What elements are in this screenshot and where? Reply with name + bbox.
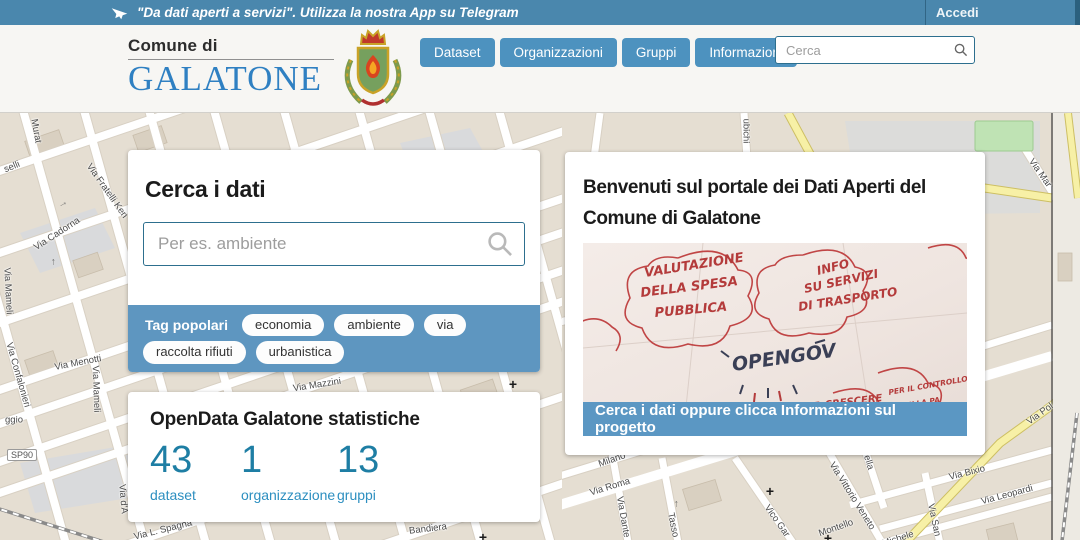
welcome-caption: Cerca i dati oppure clicca Informazioni … [583, 402, 967, 436]
header-search [775, 36, 975, 64]
oneway-arrow-icon: → [670, 499, 681, 509]
nav-dataset-button[interactable]: Dataset [420, 38, 495, 67]
street-label: Via Mameli [1, 267, 15, 315]
search-icon[interactable] [487, 231, 513, 257]
tag-ambiente[interactable]: ambiente [334, 314, 414, 337]
stats-card: OpenData Galatone statistiche 43 dataset… [128, 392, 540, 522]
announcement-bar: "Da dati aperti a servizi". Utilizza la … [0, 0, 1080, 25]
map-background: Murat selli Via Fratelli Ken Via Cadorna Via… [0, 113, 1080, 540]
street-label: ggio [5, 414, 23, 426]
stats-row: 43 dataset 1 organizzazione 13 gruppi [150, 439, 518, 503]
stat-gruppi-value: 13 [337, 439, 380, 481]
stat-organizzazione-label: organizzazione [241, 486, 336, 503]
church-marker-icon: + [508, 376, 518, 392]
tag-urbanistica[interactable]: urbanistica [255, 341, 345, 364]
announcement-text: "Da dati aperti a servizi". Utilizza la … [137, 5, 519, 20]
stat-organizzazione[interactable]: 1 organizzazione [241, 439, 337, 503]
search-card: Cerca i dati Tag popolari economia ambie… [128, 150, 540, 372]
church-marker-icon: + [765, 483, 775, 499]
welcome-title-line1: Benvenuti sul portale dei Dati Aperti de… [583, 177, 926, 198]
dataset-search [143, 222, 525, 266]
church-marker-icon: + [823, 530, 833, 540]
popular-tags-band: Tag popolari economia ambiente via racco… [128, 305, 540, 372]
login-link[interactable]: Accedi [936, 0, 979, 25]
stats-card-title: OpenData Galatone statistiche [150, 409, 420, 430]
topbar-corner-strip [1075, 0, 1080, 25]
stat-dataset[interactable]: 43 dataset [150, 439, 241, 503]
stat-dataset-value: 43 [150, 439, 193, 481]
welcome-photo: VALUTAZIONE DELLA SPESA PUBBLICA INFO SU… [583, 243, 967, 436]
street-label: Via Mameli [89, 365, 103, 413]
dataset-search-input[interactable] [143, 222, 525, 266]
nav-gruppi-button[interactable]: Gruppi [621, 38, 691, 67]
nav-organizzazioni-button[interactable]: Organizzazioni [499, 38, 617, 67]
stat-gruppi-label: gruppi [337, 486, 376, 503]
site-logo[interactable]: Comune di GALATONE [128, 36, 334, 98]
telegram-icon [111, 8, 128, 20]
site-header: Comune di GALATONE Dataset Organizzazion… [0, 25, 1080, 113]
oneway-arrow-icon: → [47, 257, 58, 267]
popular-tags-label: Tag popolari [145, 317, 228, 334]
stat-dataset-label: dataset [150, 486, 196, 503]
svg-text:PUBBLICA: PUBBLICA [654, 300, 728, 321]
search-icon[interactable] [954, 43, 968, 57]
main-nav: Dataset Organizzazioni Gruppi Informazio… [420, 38, 797, 67]
topbar-divider [925, 0, 926, 25]
coat-of-arms [344, 29, 402, 106]
tag-via[interactable]: via [423, 314, 467, 337]
welcome-title-line2: Comune di Galatone [583, 208, 761, 230]
welcome-card: Benvenuti sul portale dei Dati Aperti de… [565, 152, 985, 455]
street-label: ubichi [740, 118, 752, 144]
header-search-input[interactable] [775, 36, 975, 64]
church-marker-icon: + [478, 529, 488, 540]
stat-gruppi[interactable]: 13 gruppi [337, 439, 379, 503]
svg-text:PER IL CONTROLLO: PER IL CONTROLLO [888, 374, 967, 397]
tag-raccolta-rifiuti[interactable]: raccolta rifiuti [143, 341, 246, 364]
tag-economia[interactable]: economia [241, 314, 325, 337]
telegram-announcement-link[interactable]: "Da dati aperti a servizi". Utilizza la … [111, 0, 519, 25]
street-label: SP90 [6, 449, 38, 461]
portal-screen: "Da dati aperti a servizi". Utilizza la … [0, 0, 1080, 540]
stat-organizzazione-value: 1 [241, 439, 263, 481]
welcome-title: Benvenuti sul portale dei Dati Aperti de… [583, 172, 967, 235]
brand-line1: Comune di [128, 36, 334, 60]
search-card-title: Cerca i dati [145, 176, 266, 202]
brand-line2: GALATONE [128, 59, 323, 98]
svg-text:OPENGOV: OPENGOV [731, 339, 839, 376]
